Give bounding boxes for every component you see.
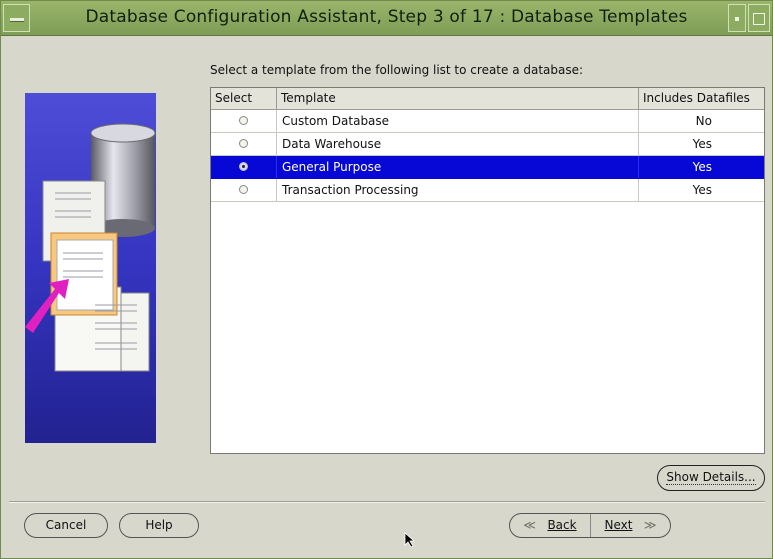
maximize-button[interactable] xyxy=(748,4,770,32)
database-illustration xyxy=(25,93,156,443)
select-cell xyxy=(211,133,277,155)
includes-datafiles-value: Yes xyxy=(692,160,712,174)
back-label: Back xyxy=(547,518,577,532)
help-button[interactable]: Help xyxy=(119,513,199,538)
show-details-label: Show Details... xyxy=(666,470,756,485)
cancel-button[interactable]: Cancel xyxy=(24,513,108,538)
mouse-pointer-icon xyxy=(404,532,416,548)
template-radio[interactable] xyxy=(239,116,248,125)
title-bar[interactable]: Database Configuration Assistant, Step 3… xyxy=(1,1,772,36)
template-name: Data Warehouse xyxy=(277,133,639,155)
next-chevron-icon: ≫ xyxy=(643,518,657,532)
window-title: Database Configuration Assistant, Step 3… xyxy=(85,7,688,27)
column-header-includes-datafiles[interactable]: Includes Datafiles xyxy=(639,88,764,109)
column-header-select[interactable]: Select xyxy=(211,88,277,109)
table-row-selected[interactable]: General Purpose Yes xyxy=(211,156,764,179)
select-cell xyxy=(211,110,277,132)
table-row[interactable]: Custom Database No xyxy=(211,110,764,133)
template-radio[interactable] xyxy=(239,185,248,194)
select-cell xyxy=(211,179,277,201)
minimize-button[interactable] xyxy=(728,4,746,32)
dbca-window: Database Configuration Assistant, Step 3… xyxy=(0,0,773,559)
includes-datafiles-value: No xyxy=(695,114,712,128)
table-row[interactable]: Data Warehouse Yes xyxy=(211,133,764,156)
template-name: Custom Database xyxy=(277,110,639,132)
footer-separator xyxy=(9,501,765,503)
template-radio-selected[interactable] xyxy=(239,162,248,171)
template-radio[interactable] xyxy=(239,139,248,148)
includes-datafiles-value: Yes xyxy=(692,183,712,197)
maximize-icon xyxy=(753,13,765,25)
instruction-text: Select a template from the following lis… xyxy=(210,63,584,77)
template-name: Transaction Processing xyxy=(277,179,639,201)
templates-table: Select Template Includes Datafiles Custo… xyxy=(210,87,765,454)
next-button[interactable]: Next ≫ xyxy=(591,514,670,537)
navigation-buttons: ≪ Back Next ≫ xyxy=(509,513,671,538)
back-button[interactable]: ≪ Back xyxy=(510,514,590,537)
includes-datafiles-value: Yes xyxy=(692,137,712,151)
show-details-button[interactable]: Show Details... xyxy=(657,465,765,491)
table-row[interactable]: Transaction Processing Yes xyxy=(211,179,764,202)
table-header: Select Template Includes Datafiles xyxy=(211,88,764,110)
next-label: Next xyxy=(604,518,633,532)
column-header-template[interactable]: Template xyxy=(277,88,639,109)
select-cell xyxy=(211,156,277,178)
minimize-icon xyxy=(735,17,739,21)
template-name: General Purpose xyxy=(277,156,639,178)
back-chevron-icon: ≪ xyxy=(523,518,536,532)
